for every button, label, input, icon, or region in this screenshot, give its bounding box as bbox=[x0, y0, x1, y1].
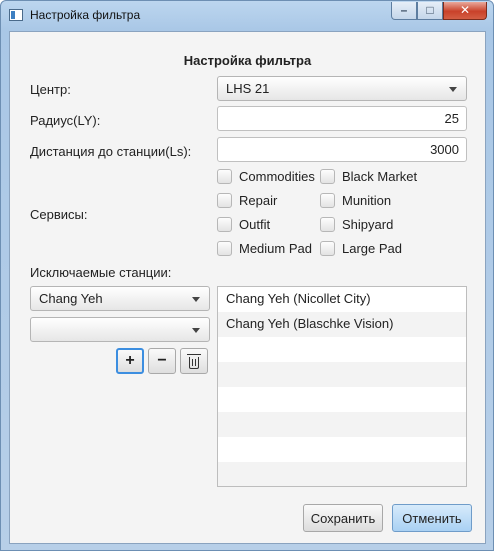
checkbox-box[interactable] bbox=[217, 217, 232, 232]
chevron-down-icon bbox=[449, 87, 457, 92]
distance-label: Дистанция до станции(Ls): bbox=[30, 144, 192, 159]
maximize-icon: □ bbox=[426, 3, 434, 17]
checkbox-box[interactable] bbox=[320, 193, 335, 208]
checkbox-shipyard[interactable]: Shipyard bbox=[320, 217, 393, 232]
cancel-button[interactable]: Отменить bbox=[392, 504, 472, 532]
remove-station-button[interactable]: − bbox=[148, 348, 176, 374]
services-label: Сервисы: bbox=[30, 207, 88, 222]
checkbox-commodities[interactable]: Commodities bbox=[217, 169, 315, 184]
trash-icon bbox=[187, 353, 201, 369]
checkbox-black-market[interactable]: Black Market bbox=[320, 169, 417, 184]
checkbox-label: Black Market bbox=[342, 169, 418, 184]
excluded-stations-label: Исключаемые станции: bbox=[30, 265, 172, 280]
minimize-icon: – bbox=[400, 3, 408, 17]
checkbox-label: Medium Pad bbox=[239, 241, 312, 256]
center-select-value: LHS 21 bbox=[226, 81, 270, 96]
radius-field[interactable]: 25 bbox=[217, 106, 467, 131]
list-empty-row bbox=[218, 462, 466, 486]
system-select-value: Chang Yeh bbox=[39, 291, 103, 306]
minus-icon: − bbox=[157, 352, 167, 369]
checkbox-box[interactable] bbox=[217, 241, 232, 256]
checkbox-box[interactable] bbox=[320, 217, 335, 232]
checkbox-label: Shipyard bbox=[342, 217, 394, 232]
list-empty-row bbox=[218, 437, 466, 462]
chevron-down-icon bbox=[192, 328, 200, 333]
minimize-button[interactable]: – bbox=[391, 2, 417, 20]
checkbox-box[interactable] bbox=[217, 193, 232, 208]
system-select[interactable]: Chang Yeh bbox=[30, 286, 210, 311]
dialog-content: Настройка фильтра Центр: LHS 21 Радиус(L… bbox=[9, 31, 486, 544]
checkbox-outfit[interactable]: Outfit bbox=[217, 217, 270, 232]
list-empty-row bbox=[218, 387, 466, 412]
dialog-heading: Настройка фильтра bbox=[183, 53, 312, 68]
add-station-button[interactable]: + bbox=[116, 348, 144, 374]
window-controls: – □ ✕ bbox=[391, 2, 487, 21]
checkbox-label: Large Pad bbox=[342, 241, 402, 256]
station-select[interactable] bbox=[30, 317, 210, 342]
checkbox-repair[interactable]: Repair bbox=[217, 193, 277, 208]
checkbox-munition[interactable]: Munition bbox=[320, 193, 391, 208]
list-item[interactable]: Chang Yeh (Nicollet City) bbox=[218, 287, 466, 312]
center-label: Центр: bbox=[30, 82, 71, 97]
checkbox-label: Repair bbox=[239, 193, 278, 208]
save-button[interactable]: Сохранить bbox=[303, 504, 383, 532]
checkbox-box[interactable] bbox=[320, 169, 335, 184]
app-icon bbox=[9, 9, 23, 21]
title-bar[interactable]: Настройка фильтра – □ ✕ bbox=[1, 1, 493, 31]
list-empty-row bbox=[218, 337, 466, 362]
radius-label: Радиус(LY): bbox=[30, 113, 101, 128]
checkbox-label: Commodities bbox=[239, 169, 315, 184]
checkbox-box[interactable] bbox=[217, 169, 232, 184]
window-title: Настройка фильтра bbox=[30, 8, 141, 22]
chevron-down-icon bbox=[192, 297, 200, 302]
distance-field[interactable]: 3000 bbox=[217, 137, 467, 162]
maximize-button[interactable]: □ bbox=[417, 2, 443, 20]
delete-station-button[interactable] bbox=[180, 348, 208, 374]
checkbox-medium-pad[interactable]: Medium Pad bbox=[217, 241, 312, 256]
checkbox-label: Munition bbox=[342, 193, 392, 208]
plus-icon: + bbox=[125, 352, 135, 369]
excluded-stations-list[interactable]: Chang Yeh (Nicollet City) Chang Yeh (Bla… bbox=[217, 286, 467, 487]
list-item[interactable]: Chang Yeh (Blaschke Vision) bbox=[218, 312, 466, 337]
checkbox-box[interactable] bbox=[320, 241, 335, 256]
close-icon: ✕ bbox=[459, 3, 471, 17]
window-frame: Настройка фильтра – □ ✕ Настройка фильтр… bbox=[0, 0, 494, 551]
center-select[interactable]: LHS 21 bbox=[217, 76, 467, 101]
checkbox-large-pad[interactable]: Large Pad bbox=[320, 241, 402, 256]
list-empty-row bbox=[218, 412, 466, 437]
close-button[interactable]: ✕ bbox=[443, 2, 487, 20]
list-empty-row bbox=[218, 362, 466, 387]
checkbox-label: Outfit bbox=[239, 217, 271, 232]
